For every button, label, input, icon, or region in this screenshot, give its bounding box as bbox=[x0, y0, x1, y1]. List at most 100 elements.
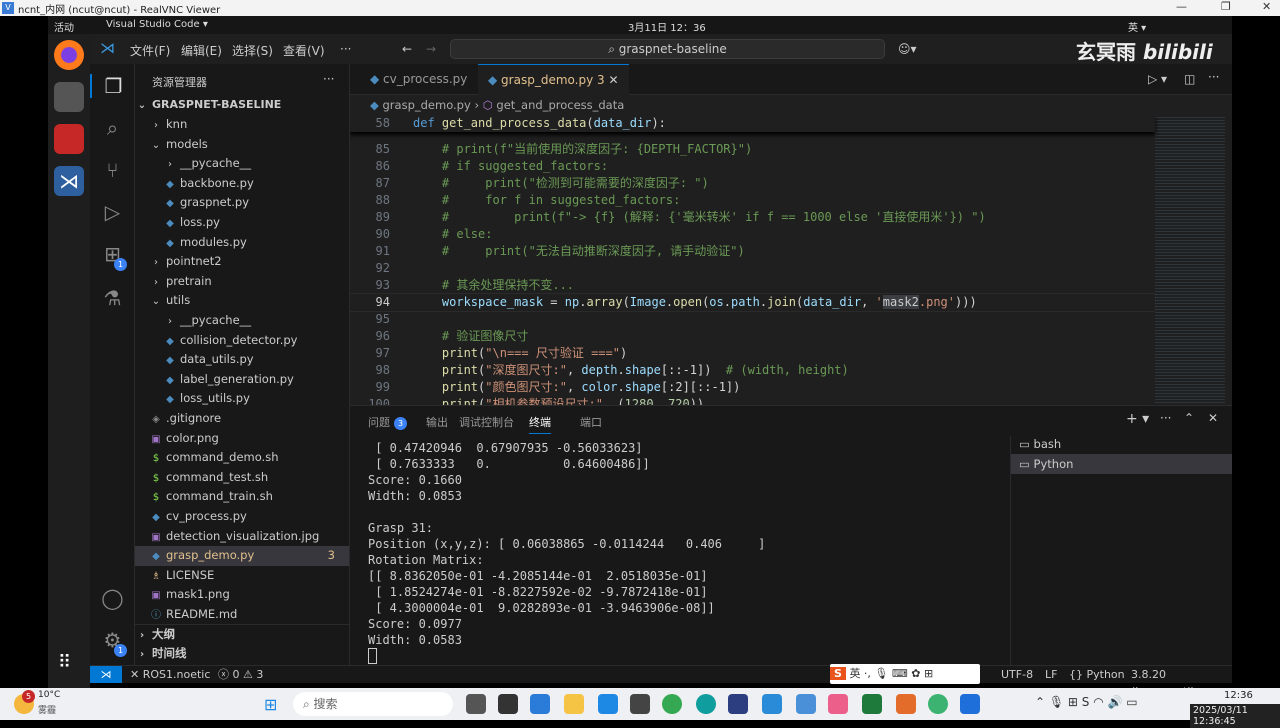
tree-item[interactable]: $command_test.sh bbox=[135, 468, 349, 488]
command-center-search[interactable]: ⌕ graspnet-baseline bbox=[450, 39, 885, 59]
taskbar-app-icon[interactable] bbox=[630, 694, 650, 714]
code-line[interactable]: 86 # if suggested_factors: bbox=[350, 158, 1155, 175]
firefox-icon[interactable] bbox=[54, 40, 84, 70]
terminal-output[interactable]: [ 0.47420946 0.67907935 -0.56033623] [ 0… bbox=[368, 440, 765, 664]
maximize-button[interactable]: ❐ bbox=[1221, 0, 1231, 13]
terminal-item-python[interactable]: ▭ Python bbox=[1011, 454, 1232, 474]
terminal-app-icon[interactable] bbox=[54, 124, 84, 154]
app-menu[interactable]: Visual Studio Code ▾ bbox=[106, 19, 208, 30]
menu-edit[interactable]: 编辑(E) bbox=[181, 42, 222, 59]
minimap[interactable] bbox=[1155, 115, 1225, 405]
code-line[interactable]: 89 # print(f"-> {f} (解释: {'毫米转米' if f ==… bbox=[350, 209, 1155, 226]
taskbar-app-icon[interactable] bbox=[762, 694, 782, 714]
tree-item[interactable]: ◆label_generation.py bbox=[135, 370, 349, 390]
tree-item[interactable]: ›pointnet2 bbox=[135, 252, 349, 272]
code-line[interactable]: 93 # 其余处理保持不变... bbox=[350, 277, 1155, 294]
panel-tab[interactable]: 问题3 bbox=[368, 414, 407, 430]
breadcrumb-symbol[interactable]: get_and_process_data bbox=[496, 98, 624, 112]
taskbar-app-icon[interactable] bbox=[828, 694, 848, 714]
more-actions-icon[interactable]: ··· bbox=[1208, 70, 1219, 84]
pycharm-icon[interactable] bbox=[862, 694, 882, 714]
close-tab-icon[interactable]: ✕ bbox=[608, 73, 618, 87]
testing-icon[interactable]: ⚗ bbox=[90, 286, 135, 310]
tree-item[interactable]: ⌄utils bbox=[135, 291, 349, 311]
code-line[interactable]: 88 # for f in suggested_factors: bbox=[350, 192, 1155, 209]
code-line[interactable]: 96 # 验证图像尺寸 bbox=[350, 328, 1155, 345]
taskbar-app-icon[interactable] bbox=[530, 694, 550, 714]
explorer-more-button[interactable]: ··· bbox=[323, 72, 334, 86]
tree-item[interactable]: ›__pycache__ bbox=[135, 154, 349, 174]
activities-button[interactable]: 活动 bbox=[54, 19, 74, 34]
taskbar-app-icon[interactable] bbox=[498, 694, 518, 714]
taskbar-app-icon[interactable] bbox=[960, 694, 980, 714]
back-arrow-icon[interactable]: ← bbox=[402, 42, 412, 56]
input-method[interactable]: 英 ▾ bbox=[1128, 19, 1146, 34]
tree-item[interactable]: ⓘREADME.md bbox=[135, 605, 349, 625]
code-line[interactable]: 95 bbox=[350, 311, 1155, 328]
file-explorer-icon[interactable] bbox=[564, 694, 584, 714]
vscode-dock-icon[interactable]: ⋊ bbox=[54, 166, 84, 196]
code-line[interactable]: 58def get_and_process_data(data_dir): bbox=[350, 115, 1155, 132]
tree-item[interactable]: ◆loss.py bbox=[135, 213, 349, 233]
maximize-panel-icon[interactable]: ⌃ bbox=[1184, 411, 1194, 425]
taskbar-app-icon[interactable] bbox=[728, 694, 748, 714]
extensions-icon[interactable]: ⊞1 bbox=[90, 242, 135, 266]
split-editor-icon[interactable]: ◫ bbox=[1184, 72, 1195, 86]
realvnc-taskbar-icon[interactable] bbox=[796, 694, 816, 714]
ime-toolbar[interactable]: S 英 ·, 🎙 ⌨ ✿ ⊞ bbox=[830, 664, 980, 684]
tree-item[interactable]: ◆loss_utils.py bbox=[135, 389, 349, 409]
remote-indicator-icon[interactable]: ⋊ bbox=[90, 666, 122, 683]
tree-item[interactable]: ◈.gitignore bbox=[135, 409, 349, 429]
tree-item[interactable]: ›knn bbox=[135, 115, 349, 135]
close-panel-icon[interactable]: ✕ bbox=[1208, 411, 1218, 425]
edge-icon[interactable] bbox=[696, 694, 716, 714]
forward-arrow-icon[interactable]: → bbox=[426, 42, 436, 56]
taskbar-app-icon[interactable] bbox=[598, 694, 618, 714]
tree-item[interactable]: ◆data_utils.py bbox=[135, 350, 349, 370]
minimize-button[interactable]: — bbox=[1176, 0, 1187, 13]
files-icon[interactable] bbox=[54, 82, 84, 112]
tree-item[interactable]: ›__pycache__ bbox=[135, 311, 349, 331]
line-ending[interactable]: LF bbox=[1045, 666, 1057, 683]
code-line[interactable]: 97 print("\n=== 尺寸验证 ===") bbox=[350, 345, 1155, 362]
tree-item[interactable]: ◆collision_detector.py bbox=[135, 331, 349, 351]
tree-item[interactable]: ◆modules.py bbox=[135, 233, 349, 253]
clock[interactable]: 3月11日 12：36 bbox=[628, 19, 706, 34]
new-terminal-icon[interactable]: + ▾ bbox=[1126, 411, 1149, 427]
workspace-root[interactable]: ⌄GRASPNET-BASELINE bbox=[135, 95, 349, 115]
panel-tab[interactable]: 端口 bbox=[580, 414, 602, 430]
tree-item[interactable]: ▣detection_visualization.jpg bbox=[135, 527, 349, 547]
run-icon[interactable]: ▷ ▾ bbox=[1148, 72, 1167, 86]
taskbar-app-icon[interactable] bbox=[466, 694, 486, 714]
source-control-icon[interactable]: ⑂ bbox=[90, 158, 135, 182]
remote-name[interactable]: ✕ ROS1.noetic bbox=[130, 666, 210, 683]
settings-gear-icon[interactable]: ⚙1 bbox=[90, 628, 135, 652]
explorer-icon[interactable]: ❐ bbox=[90, 74, 135, 98]
panel-tab[interactable]: 终端 bbox=[529, 414, 551, 434]
tree-item[interactable]: ◆backbone.py bbox=[135, 174, 349, 194]
code-line[interactable]: 87 # print("检测到可能需要的深度因子: ") bbox=[350, 175, 1155, 192]
ime-lang[interactable]: 英 bbox=[849, 667, 860, 680]
code-line[interactable]: 99 print("颜色图尺寸:", color.shape[:2][::-1]… bbox=[350, 379, 1155, 396]
run-debug-icon[interactable]: ▷ bbox=[90, 200, 135, 224]
matlab-icon[interactable] bbox=[896, 694, 916, 714]
account-icon[interactable]: ◯ bbox=[90, 586, 135, 610]
tree-item[interactable]: $command_demo.sh bbox=[135, 448, 349, 468]
code-line[interactable]: 100 print("相机参数预设尺寸:", (1280, 720)) bbox=[350, 396, 1155, 405]
tree-item[interactable]: ◆graspnet.py bbox=[135, 193, 349, 213]
copilot-icon[interactable]: ☺▾ bbox=[898, 42, 917, 56]
tree-item[interactable]: ◆grasp_demo.py3 bbox=[135, 546, 349, 566]
menu-more[interactable]: ··· bbox=[340, 42, 351, 56]
windows-start-icon[interactable]: ⊞ bbox=[264, 695, 277, 714]
panel-tab[interactable]: 输出 bbox=[426, 414, 448, 430]
tab-cv-process[interactable]: ◆ cv_process.py bbox=[360, 64, 477, 95]
terminal-item-bash[interactable]: ▭ bash bbox=[1011, 434, 1232, 454]
tree-item[interactable]: ▣color.png bbox=[135, 429, 349, 449]
tray-icons[interactable]: ⌃ 🎙 ⊞ S ◠ 🔊 ▭ bbox=[1035, 695, 1138, 709]
tree-item[interactable]: ◆cv_process.py bbox=[135, 507, 349, 527]
panel-tab[interactable]: 调试控制台 bbox=[459, 414, 514, 430]
search-icon[interactable]: ⌕ bbox=[90, 116, 135, 140]
panel-more-icon[interactable]: ··· bbox=[1160, 411, 1171, 425]
code-line[interactable]: 92 bbox=[350, 260, 1155, 277]
tree-item[interactable]: ▣mask1.png bbox=[135, 585, 349, 605]
